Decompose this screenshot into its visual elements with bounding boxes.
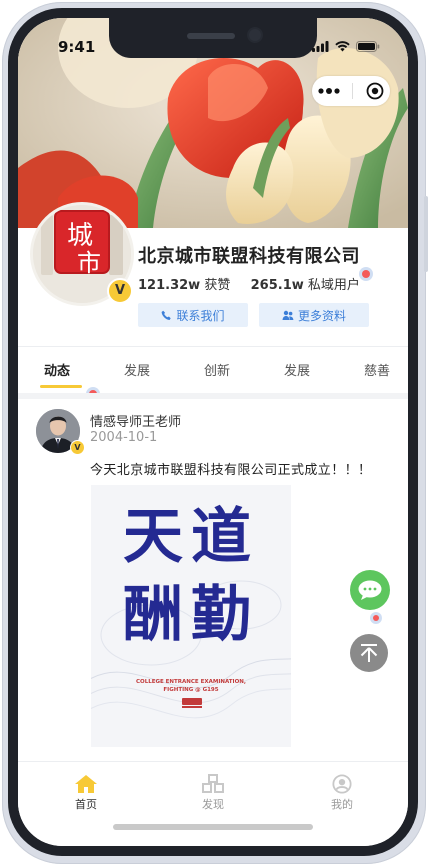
poster-subtitle-2: FIGHTING @ G195 [163,687,219,693]
tab-development-2[interactable]: 发展 [284,360,310,379]
users-count: 265.1w [250,278,304,293]
profile-stats: 121.32w 获赞 265.1w 私域用户 [138,274,360,293]
status-time: 9:41 [58,38,96,56]
more-info-button[interactable]: 更多资料 [259,303,369,327]
nav-home[interactable]: 首页 [56,774,116,812]
profile-icon [332,774,352,794]
discover-icon [202,774,224,793]
poster-subtitle-1: COLLEGE ENTRANCE EXAMINATION, [136,679,246,685]
tab-innovation[interactable]: 创新 [204,360,230,379]
more-info-label: 更多资料 [297,308,346,323]
phone-icon [162,310,172,320]
company-name: 北京城市联盟科技有限公司 [138,246,360,267]
phone-side-button [424,196,428,272]
capsule-divider [352,83,354,99]
nav-home-label: 首页 [75,798,97,811]
author-verified-badge: V [70,440,85,455]
nav-discover[interactable]: 发现 [183,774,243,812]
notch [109,18,317,58]
author-name[interactable]: 情感导师王老师 [90,411,181,430]
nav-profile[interactable]: 我的 [312,774,372,812]
speaker-grille [187,33,235,39]
poster-logo-mark [182,698,202,708]
nav-profile-label: 我的 [331,798,353,811]
close-miniprogram-icon[interactable] [366,82,384,100]
verified-badge: V [107,278,133,304]
likes-label: 获赞 [204,278,231,293]
chat-icon [358,580,382,600]
post-date: 2004-10-1 [90,430,158,445]
bottom-navigation: 首页 发现 我的 [18,761,408,846]
tab-dynamics[interactable]: 动态 [44,360,70,379]
category-tabs: 动态 发展 创新 发展 慈善 [18,349,408,398]
avatar-char-bottom: 市 [77,249,101,277]
profile-card: 城 市 V 北京城市联盟科技有限公司 121.32w 获赞 265.1w 私域用… [18,202,408,343]
post-image[interactable]: 天道 酬勤 COLLEGE ENTRANCE EXAMINATION, FIGH… [91,485,291,747]
likes-count: 121.32w [138,278,201,293]
home-icon [75,775,97,793]
app-screen: 9:41 城 市 V 北京城市联盟科技有限公司 121.32w 获赞 265.1… [18,18,408,846]
post-text: 今天北京城市联盟科技有限公司正式成立！！！ [90,463,372,478]
notification-dot [362,270,370,278]
more-dots-icon[interactable] [318,88,340,94]
chat-notification-dot [373,615,379,621]
battery-icon [356,41,380,52]
wifi-icon [335,41,350,52]
nav-discover-label: 发现 [202,798,224,811]
poster-headline-1: 天道 [123,502,259,572]
users-icon [282,310,294,320]
profile-divider [18,346,408,347]
active-tab-indicator [40,385,82,388]
contact-us-label: 联系我们 [176,308,225,323]
tab-charity[interactable]: 慈善 [364,360,390,379]
miniprogram-capsule [312,76,390,106]
users-label: 私域用户 [307,278,360,293]
home-indicator [113,824,313,830]
back-to-top-button[interactable] [350,634,388,672]
signal-icon [312,41,329,52]
chat-button[interactable] [350,570,390,610]
tab-development[interactable]: 发展 [124,360,150,379]
feed-post: V 情感导师王老师 2004-10-1 今天北京城市联盟科技有限公司正式成立！！… [18,399,408,761]
status-icons [312,40,380,52]
arrow-up-icon [360,644,378,662]
front-camera [249,29,261,41]
status-bar: 9:41 [18,18,408,68]
poster-headline-2: 酬勤 [123,580,259,650]
contact-us-button[interactable]: 联系我们 [138,303,248,327]
